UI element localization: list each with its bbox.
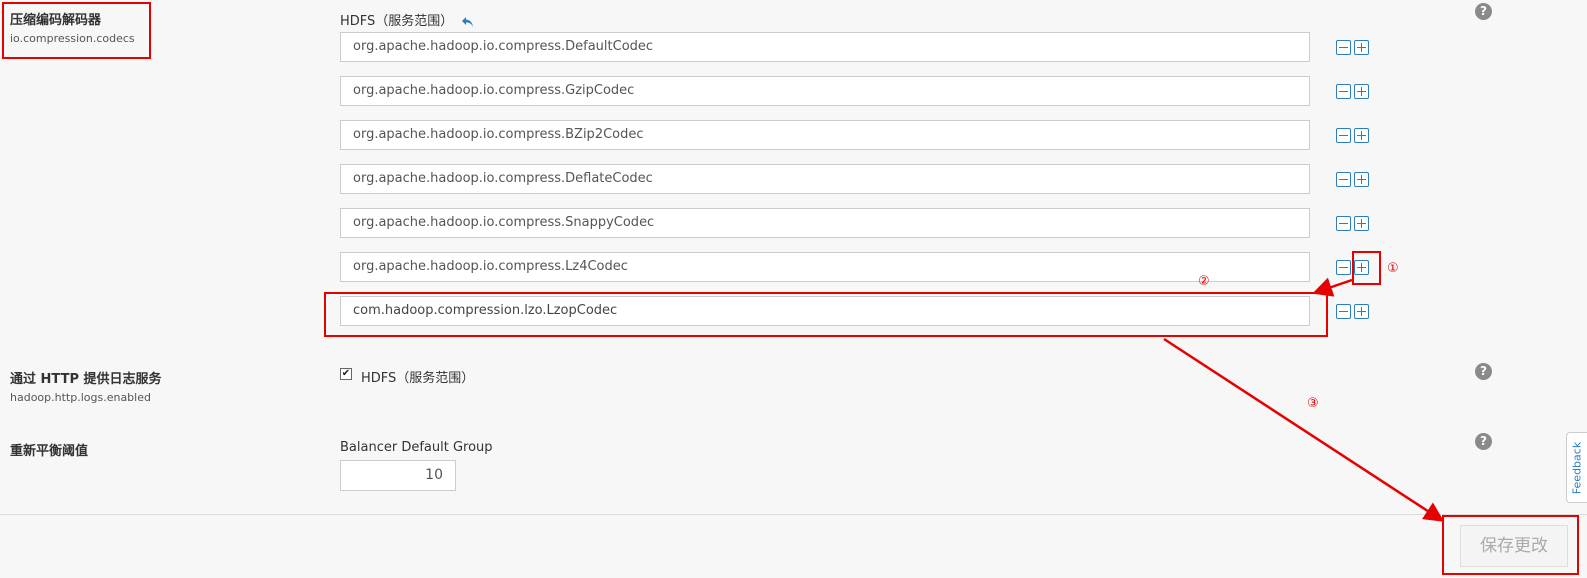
codec-input[interactable]: org.apache.hadoop.io.compress.Lz4Codec: [340, 252, 1310, 282]
http-logs-key: hadoop.http.logs.enabled: [10, 391, 151, 404]
http-logs-title: 通过 HTTP 提供日志服务: [10, 372, 162, 387]
codec-input[interactable]: org.apache.hadoop.io.compress.SnappyCode…: [340, 208, 1310, 238]
codec-input[interactable]: org.apache.hadoop.io.compress.DefaultCod…: [340, 32, 1310, 62]
minus-icon[interactable]: [1336, 172, 1351, 187]
compression-scope-label: HDFS（服务范围）: [340, 10, 475, 29]
plus-icon[interactable]: [1354, 304, 1369, 319]
codec-input[interactable]: org.apache.hadoop.io.compress.DeflateCod…: [340, 164, 1310, 194]
feedback-tab[interactable]: Feedback: [1566, 432, 1587, 503]
plus-icon[interactable]: [1354, 84, 1369, 99]
plus-icon[interactable]: [1354, 216, 1369, 231]
annotation-arrow-step-3: [1163, 337, 1445, 522]
minus-icon[interactable]: [1336, 304, 1351, 319]
codec-row-buttons: [1336, 84, 1372, 102]
annotation-box-plus-button: [1352, 251, 1381, 285]
rebalance-group-label: Balancer Default Group: [340, 440, 493, 455]
codec-row-buttons: [1336, 304, 1372, 322]
minus-icon[interactable]: [1336, 40, 1351, 55]
codec-row-buttons: [1336, 40, 1372, 58]
annotation-box-save-button: [1442, 515, 1579, 575]
annotation-box-property-name: [2, 2, 151, 59]
rebalance-title: 重新平衡阈值: [10, 444, 89, 459]
codec-row-buttons: [1336, 128, 1372, 146]
annotation-box-new-codec: [324, 292, 1328, 337]
footer-divider: [0, 514, 1587, 515]
codec-input[interactable]: org.apache.hadoop.io.compress.GzipCodec: [340, 76, 1310, 106]
undo-icon[interactable]: [461, 16, 475, 28]
compression-help-icon[interactable]: ?: [1475, 3, 1492, 20]
http-logs-scope-label: HDFS（服务范围）: [361, 371, 475, 386]
rebalance-threshold-input[interactable]: 10: [340, 460, 456, 491]
minus-icon[interactable]: [1336, 216, 1351, 231]
annotation-step-3: ③: [1307, 396, 1319, 411]
codec-row-buttons: [1336, 216, 1372, 234]
plus-icon[interactable]: [1354, 128, 1369, 143]
plus-icon[interactable]: [1354, 40, 1369, 55]
codec-input[interactable]: org.apache.hadoop.io.compress.BZip2Codec: [340, 120, 1310, 150]
annotation-step-1: ①: [1387, 261, 1399, 276]
annotation-arrow-step-2: [1312, 277, 1353, 297]
feedback-label: Feedback: [1570, 441, 1584, 494]
scope-label-text: HDFS（服务范围）: [340, 14, 454, 29]
annotation-step-2: ②: [1198, 274, 1210, 289]
rebalance-help-icon[interactable]: ?: [1475, 433, 1492, 450]
codec-row-buttons: [1336, 172, 1372, 190]
minus-icon[interactable]: [1336, 128, 1351, 143]
minus-icon[interactable]: [1336, 260, 1351, 275]
http-logs-help-icon[interactable]: ?: [1475, 363, 1492, 380]
plus-icon[interactable]: [1354, 172, 1369, 187]
checkbox-checked-icon[interactable]: ✔: [340, 368, 352, 380]
minus-icon[interactable]: [1336, 84, 1351, 99]
